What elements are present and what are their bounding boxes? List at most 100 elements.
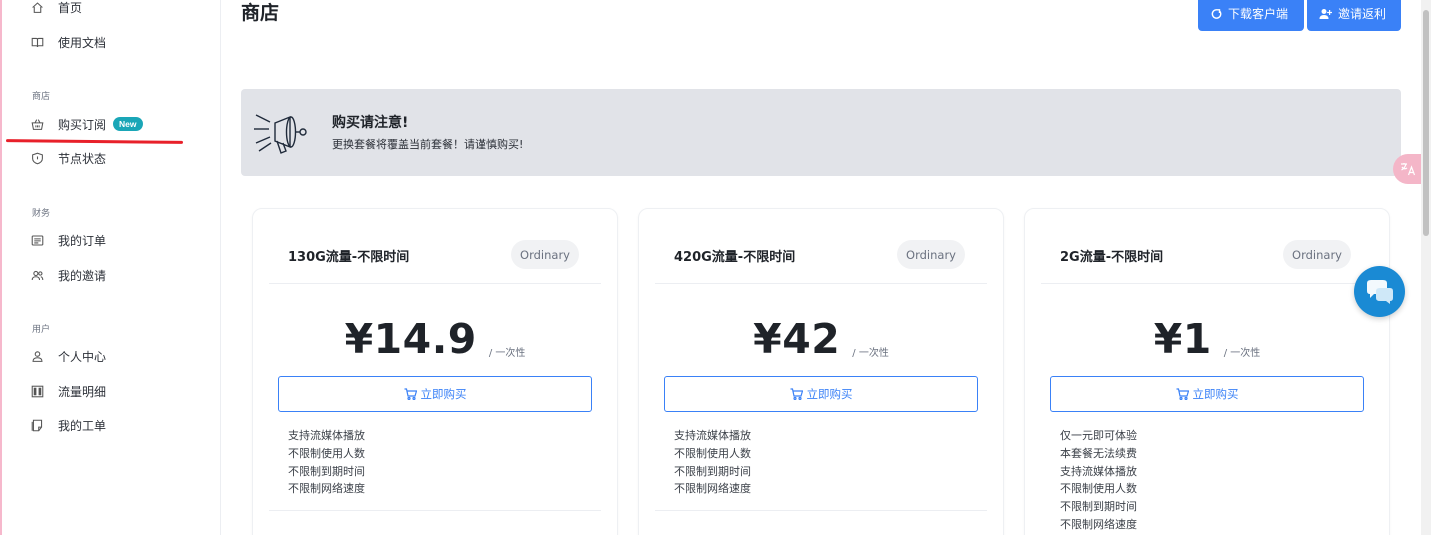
plan-tag: Ordinary bbox=[1283, 240, 1351, 269]
card-divider bbox=[1041, 283, 1373, 284]
book-icon bbox=[30, 35, 44, 49]
plan-period: / 一次性 bbox=[852, 348, 889, 359]
add-user-icon bbox=[1319, 8, 1332, 20]
feature-item: 不限制到期时间 bbox=[288, 464, 365, 478]
plan-name: 420G流量-不限时间 bbox=[674, 250, 796, 265]
invite-rebate-button[interactable]: 邀请返利 bbox=[1307, 0, 1401, 31]
chat-support-button[interactable] bbox=[1354, 266, 1405, 317]
chat-bubble-icon bbox=[1366, 279, 1393, 304]
card-divider bbox=[655, 283, 987, 284]
feature-item: 不限制网络速度 bbox=[674, 482, 751, 496]
plan-price: ¥1 bbox=[1153, 315, 1212, 363]
sidebar-item-traffic-detail[interactable]: 流量明细 bbox=[30, 380, 106, 402]
user-icon bbox=[30, 349, 44, 363]
sidebar-item-docs[interactable]: 使用文档 bbox=[30, 31, 106, 53]
plan-price: ¥42 bbox=[753, 315, 841, 363]
section-label-user: 用户 bbox=[32, 325, 51, 335]
download-client-label: 下载客户端 bbox=[1228, 7, 1289, 21]
sidebar-item-tickets[interactable]: 我的工单 bbox=[30, 414, 106, 436]
feature-item: 支持流媒体播放 bbox=[674, 429, 751, 442]
sidebar-item-my-orders[interactable]: 我的订单 bbox=[30, 229, 106, 251]
scrollbar-thumb[interactable] bbox=[1423, 10, 1429, 236]
traffic-chart-icon bbox=[30, 384, 44, 398]
sidebar-item-label: 我的工单 bbox=[58, 418, 107, 433]
feature-item: 支持流媒体播放 bbox=[288, 429, 365, 442]
order-list-icon bbox=[30, 233, 44, 247]
buy-now-label: 立即购买 bbox=[806, 387, 853, 401]
sidebar-item-label: 我的邀请 bbox=[58, 268, 107, 283]
sidebar-item-label: 首页 bbox=[58, 0, 83, 15]
cart-icon bbox=[790, 388, 803, 400]
page-title: 商店 bbox=[241, 2, 280, 24]
sidebar-item-profile[interactable]: 个人中心 bbox=[30, 345, 106, 367]
feature-item: 不限制使用人数 bbox=[674, 446, 751, 460]
plan-name: 130G流量-不限时间 bbox=[288, 250, 410, 265]
feature-item: 不限制使用人数 bbox=[1060, 482, 1137, 496]
feature-item: 仅一元即可体验 bbox=[1060, 429, 1137, 442]
sidebar-item-my-invites[interactable]: 我的邀请 bbox=[30, 264, 106, 286]
card-divider bbox=[655, 510, 987, 511]
buy-now-label: 立即购买 bbox=[1192, 387, 1239, 401]
feature-item: 不限制网络速度 bbox=[1060, 517, 1137, 531]
translate-icon bbox=[1401, 163, 1416, 176]
megaphone-icon bbox=[254, 114, 307, 154]
sidebar-item-home[interactable]: 首页 bbox=[30, 0, 82, 18]
price-row: ¥42 / 一次性 bbox=[639, 310, 1003, 362]
notice-title: 购买请注意! bbox=[332, 115, 409, 131]
home-icon bbox=[30, 0, 44, 14]
feature-list: 支持流媒体播放 不限制使用人数 不限制到期时间 不限制网络速度 bbox=[674, 427, 751, 498]
plan-card: 130G流量-不限时间 Ordinary ¥14.9 / 一次性 立即购买 支持… bbox=[252, 208, 618, 535]
download-client-button[interactable]: 下载客户端 bbox=[1198, 0, 1304, 31]
cart-icon bbox=[1176, 388, 1189, 400]
sidebar-item-label: 使用文档 bbox=[58, 35, 107, 50]
download-icon bbox=[1210, 8, 1222, 20]
feature-item: 不限制到期时间 bbox=[1060, 500, 1137, 514]
sidebar-item-label: 我的订单 bbox=[58, 233, 107, 248]
feature-item: 不限制到期时间 bbox=[674, 464, 751, 478]
main-content: 商店 下载客户端 邀请返利 购买请注意! 更换套餐将覆盖当前套餐！请谨慎购买! … bbox=[221, 0, 1421, 535]
shop-basket-icon bbox=[30, 117, 44, 131]
buy-now-button[interactable]: 立即购买 bbox=[1050, 376, 1364, 412]
feature-item: 不限制网络速度 bbox=[288, 482, 365, 496]
section-label-finance: 财务 bbox=[32, 209, 51, 219]
feature-item: 本套餐无法续费 bbox=[1060, 446, 1137, 460]
price-row: ¥14.9 / 一次性 bbox=[253, 310, 617, 362]
notice-text: 更换套餐将覆盖当前套餐！请谨慎购买! bbox=[332, 138, 524, 151]
cart-icon bbox=[404, 388, 417, 400]
plan-card: 420G流量-不限时间 Ordinary ¥42 / 一次性 立即购买 支持流媒… bbox=[638, 208, 1004, 535]
feature-item: 支持流媒体播放 bbox=[1060, 464, 1137, 478]
buy-now-button[interactable]: 立即购买 bbox=[278, 376, 592, 412]
feature-list: 仅一元即可体验 本套餐无法续费 支持流媒体播放 不限制使用人数 不限制到期时间 … bbox=[1060, 427, 1137, 534]
plan-name: 2G流量-不限时间 bbox=[1060, 250, 1164, 265]
translate-button[interactable] bbox=[1393, 154, 1423, 184]
section-label-shop: 商店 bbox=[32, 92, 51, 102]
sidebar-item-label: 个人中心 bbox=[58, 349, 107, 364]
plan-period: / 一次性 bbox=[1223, 348, 1261, 359]
buy-now-button[interactable]: 立即购买 bbox=[664, 376, 978, 412]
sidebar-item-label: 流量明细 bbox=[58, 384, 107, 399]
buy-now-label: 立即购买 bbox=[420, 387, 467, 401]
sidebar: 首页 使用文档 商店 购买订阅 New 节点状态 财务 我的订单 我的邀请 用户 bbox=[2, 0, 221, 535]
sidebar-item-label: 购买订阅 bbox=[58, 117, 107, 132]
sidebar-item-label: 节点状态 bbox=[58, 151, 107, 166]
invite-rebate-label: 邀请返利 bbox=[1338, 7, 1387, 21]
sidebar-item-node-status[interactable]: 节点状态 bbox=[30, 147, 106, 169]
new-badge: New bbox=[113, 117, 143, 131]
vertical-scrollbar[interactable] bbox=[1421, 0, 1431, 535]
sidebar-item-buy-subscription[interactable]: 购买订阅 New bbox=[30, 113, 143, 135]
plan-price: ¥14.9 bbox=[344, 315, 477, 363]
price-row: ¥1 / 一次性 bbox=[1025, 310, 1389, 362]
plan-tag: Ordinary bbox=[897, 240, 965, 269]
plan-period: / 一次性 bbox=[488, 348, 526, 359]
card-divider bbox=[269, 510, 601, 511]
shield-icon bbox=[30, 151, 44, 165]
purchase-notice: 购买请注意! 更换套餐将覆盖当前套餐！请谨慎购买! bbox=[241, 89, 1401, 176]
card-divider bbox=[269, 283, 601, 284]
feature-item: 不限制使用人数 bbox=[288, 446, 365, 460]
plan-tag: Ordinary bbox=[511, 240, 579, 269]
ticket-icon bbox=[30, 418, 44, 432]
highlight-underline bbox=[5, 139, 184, 144]
plan-card: 2G流量-不限时间 Ordinary ¥1 / 一次性 立即购买 仅一元即可体验… bbox=[1024, 208, 1390, 535]
users-icon bbox=[30, 268, 44, 282]
feature-list: 支持流媒体播放 不限制使用人数 不限制到期时间 不限制网络速度 bbox=[288, 427, 365, 498]
